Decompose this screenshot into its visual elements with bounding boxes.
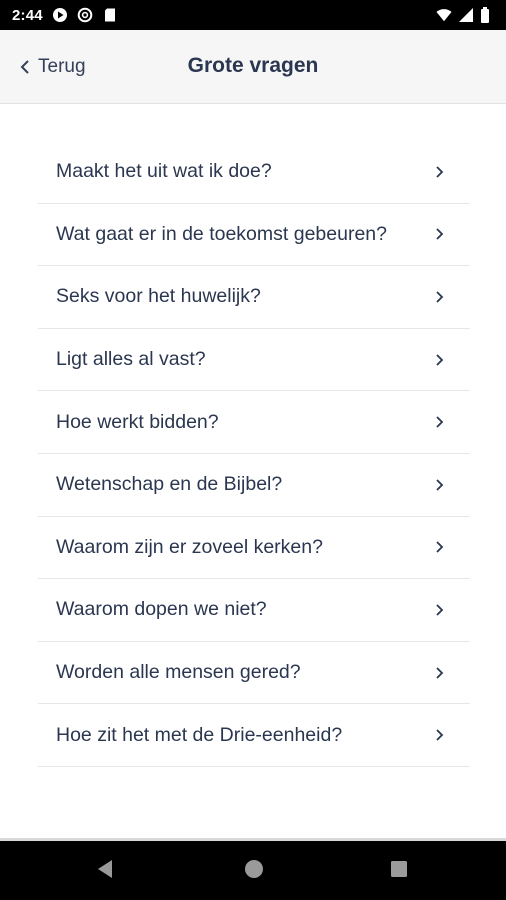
sd-card-icon: [102, 7, 118, 23]
app-header: Terug Grote vragen: [0, 30, 506, 104]
list-item-label: Maakt het uit wat ik doe?: [56, 160, 272, 183]
chevron-right-icon: [435, 666, 444, 680]
chevron-right-icon: [435, 603, 444, 617]
wifi-icon: [436, 7, 452, 23]
nav-recents-button[interactable]: [387, 859, 411, 883]
chevron-right-icon: [435, 353, 444, 367]
chevron-right-icon: [435, 415, 444, 429]
list-item-label: Wetenschap en de Bijbel?: [56, 473, 283, 496]
page-title: Grote vragen: [187, 54, 319, 77]
battery-icon: [480, 7, 496, 23]
list-item[interactable]: Waarom dopen we niet?: [38, 579, 470, 642]
list-item[interactable]: Wat gaat er in de toekomst gebeuren?: [38, 204, 470, 267]
status-time: 2:44: [12, 6, 43, 24]
signal-icon: [458, 7, 474, 23]
chevron-right-icon: [435, 478, 444, 492]
system-nav-bar: [0, 841, 506, 900]
recents-square-icon: [389, 859, 409, 884]
list-item-label: Wat gaat er in de toekomst gebeuren?: [56, 222, 387, 245]
chevron-right-icon: [435, 227, 444, 241]
list-item-label: Waarom dopen we niet?: [56, 598, 267, 621]
list-item[interactable]: Hoe zit het met de Drie-eenheid?: [38, 704, 470, 767]
status-right: [436, 7, 496, 23]
list-item-label: Ligt alles al vast?: [56, 348, 206, 371]
home-circle-icon: [244, 859, 264, 884]
nav-home-button[interactable]: [242, 859, 266, 883]
list-item[interactable]: Worden alle mensen gered?: [38, 642, 470, 705]
nav-back-button[interactable]: [93, 859, 117, 883]
question-list: Maakt het uit wat ik doe? Wat gaat er in…: [38, 141, 470, 767]
play-icon: [52, 7, 68, 23]
list-item[interactable]: Seks voor het huwelijk?: [38, 266, 470, 329]
list-item[interactable]: Ligt alles al vast?: [38, 329, 470, 392]
chevron-right-icon: [435, 290, 444, 304]
list-item[interactable]: Waarom zijn er zoveel kerken?: [38, 517, 470, 580]
list-item-label: Waarom zijn er zoveel kerken?: [56, 535, 323, 558]
list-item-label: Seks voor het huwelijk?: [56, 285, 261, 308]
chevron-right-icon: [435, 540, 444, 554]
status-bar: 2:44: [0, 0, 506, 30]
data-saver-icon: [77, 7, 93, 23]
chevron-right-icon: [435, 728, 444, 742]
list-item-label: Hoe werkt bidden?: [56, 410, 219, 433]
back-triangle-icon: [95, 858, 115, 885]
status-left: 2:44: [12, 7, 118, 24]
list-item[interactable]: Hoe werkt bidden?: [38, 391, 470, 454]
list-item-label: Hoe zit het met de Drie-eenheid?: [56, 723, 343, 746]
list-item[interactable]: Maakt het uit wat ik doe?: [38, 141, 470, 204]
chevron-right-icon: [435, 165, 444, 179]
list-item[interactable]: Wetenschap en de Bijbel?: [38, 454, 470, 517]
list-item-label: Worden alle mensen gered?: [56, 661, 301, 684]
